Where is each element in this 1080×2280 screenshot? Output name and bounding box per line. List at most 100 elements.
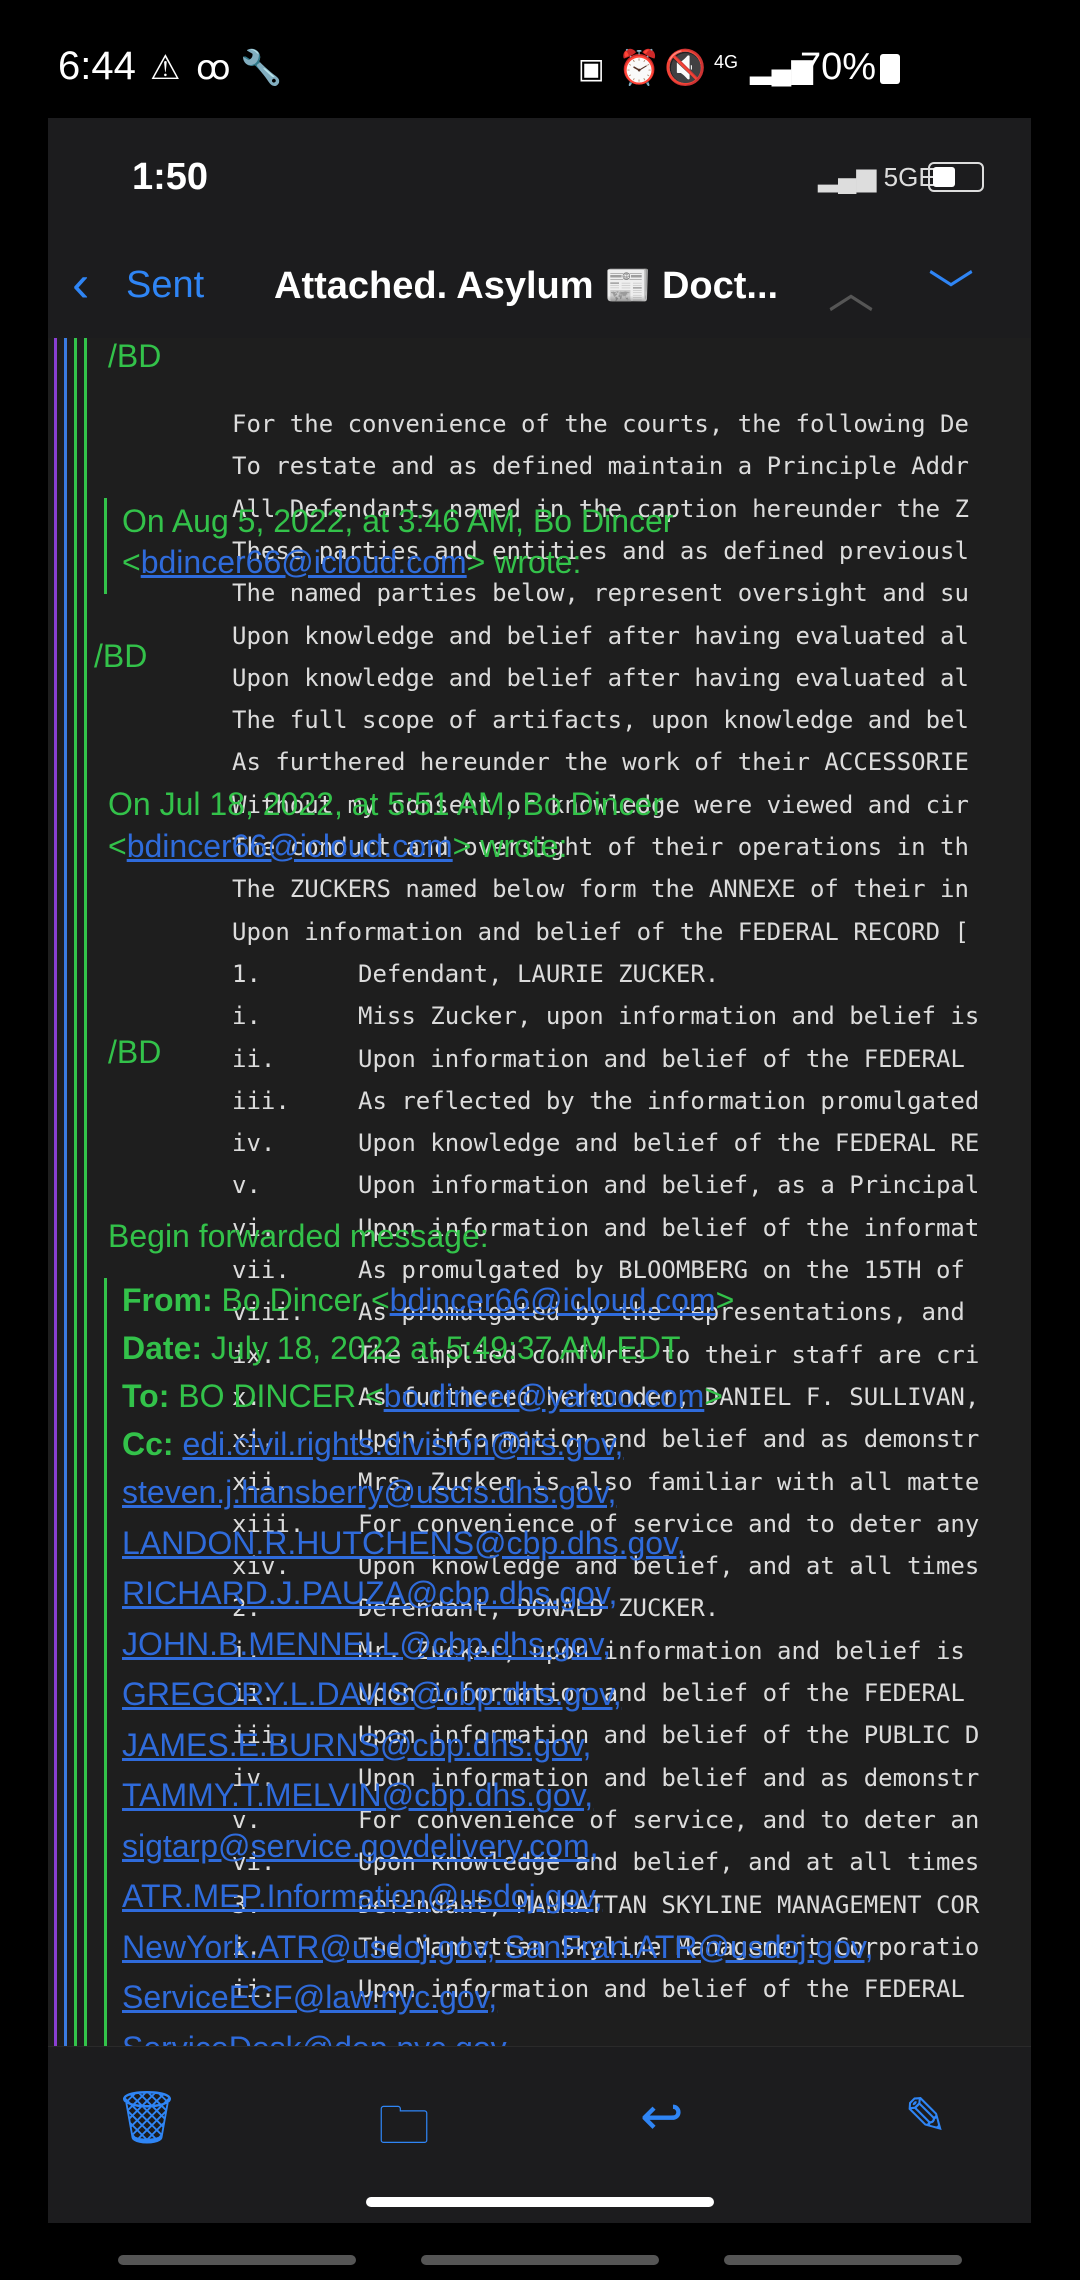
document-line: As furthered hereunder the work of their… (232, 748, 969, 776)
line-text: Upon information and belief of the FEDER… (232, 917, 969, 946)
line-text: Upon information and belief of the FEDER… (358, 1044, 965, 1073)
line-text: The full scope of artifacts, upon knowle… (232, 706, 969, 735)
line-text: Upon information and belief, as a Princi… (358, 1171, 980, 1200)
line-text: Upon knowledge and belief after having e… (232, 663, 969, 692)
nav-recents-button[interactable] (118, 2255, 356, 2265)
wrote-label: wrote: (494, 544, 582, 580)
line-text: As furthered hereunder the work of their… (232, 748, 969, 777)
line-text: Upon knowledge and belief of the FEDERAL… (358, 1129, 980, 1158)
quote-bar (74, 338, 77, 2046)
document-line: The named parties below, represent overs… (232, 579, 969, 607)
cc-email-link[interactable]: steven.j.hansberry@uscis.dhs.gov, (122, 1474, 616, 1511)
cc-email-link[interactable]: JAMES.E.BURNS@cbp.dhs.gov, (122, 1727, 591, 1764)
cc-email-link[interactable]: RICHARD.J.PAUZA@cbp.dhs.gov, (122, 1575, 617, 1612)
network-indicator: ▂▄▆ 5GE (818, 162, 936, 192)
message-body: For the convenience of the courts, the f… (48, 338, 1031, 2046)
inner-clock: 1:50 (132, 156, 209, 198)
on-wrote-1-email-line: <bdincer66@icloud.com> wrote: (122, 544, 582, 580)
sender-email-link[interactable]: bdincer66@icloud.com (141, 544, 467, 580)
line-text: Defendant, LAURIE ZUCKER. (358, 959, 720, 988)
trash-icon[interactable]: 🗑 (114, 2087, 180, 2148)
line-text: The ZUCKERS named below form the ANNEXE … (232, 875, 969, 904)
wrench-icon: 🔧 (240, 49, 283, 87)
battery-percent: 70% (800, 46, 877, 88)
begin-forwarded-message: Begin forwarded message: (108, 1218, 489, 1254)
document-line: 1. Defendant, LAURIE ZUCKER. (232, 960, 719, 988)
line-text: Upon knowledge and belief after having e… (232, 621, 969, 650)
to-label: To: (122, 1378, 170, 1414)
from-email-link[interactable]: bdincer66@icloud.com (390, 1282, 716, 1318)
alarm-icon: ⏰ (618, 49, 661, 87)
mail-screenshot: 1:50 ▂▄▆ 5GE ‹ Sent Attached. Asylum 📰 D… (48, 118, 1031, 2223)
nfc-icon: ▣ (578, 53, 605, 84)
cc-email-link[interactable]: JOHN.B.MENNELL@cbp.dhs.gov, (122, 1626, 611, 1663)
signature-3: /BD (108, 1034, 162, 1070)
reply-icon[interactable]: ↩ (640, 2087, 684, 2147)
battery-icon (880, 54, 900, 84)
on-wrote-2: On Jul 18, 2022, at 5:51 AM, Bo Dincer (108, 786, 663, 822)
line-number: iv. (232, 1129, 276, 1158)
folder-icon[interactable]: 🗀 (378, 2087, 430, 2176)
document-line: Upon knowledge and belief after having e… (232, 622, 969, 650)
voicemail-icon: ꝏ (196, 49, 231, 87)
message-subject: Attached. Asylum 📰 Doct... (274, 265, 779, 307)
inner-status-bar: 1:50 ▂▄▆ 5GE (48, 118, 1031, 238)
inner-battery-fill (933, 167, 955, 187)
cc-email-link[interactable]: LANDON.R.HUTCHENS@cbp.dhs.gov, (122, 1525, 686, 1562)
nav-home-button[interactable] (421, 2255, 659, 2265)
cc-email-link[interactable]: GREGORY.L.DAVIS@cbp.dhs.gov, (122, 1676, 622, 1713)
document-line: iii. As reflected by the information prom… (232, 1087, 979, 1115)
line-number: 1. (232, 959, 261, 988)
document-line: i. Miss Zucker, upon information and beli… (232, 1002, 979, 1030)
from-label: From: (122, 1282, 213, 1318)
mute-icon: 🔇 (664, 49, 707, 87)
line-text: As promulgated by BLOOMBERG on the 15TH … (358, 1256, 965, 1284)
chevron-left-icon[interactable]: ‹ (72, 254, 89, 314)
cc-email-link[interactable]: sigtarp@service.govdelivery.com, (122, 1828, 599, 1865)
quote-bar (104, 498, 107, 594)
sender-email-link[interactable]: bdincer66@icloud.com (127, 828, 453, 864)
mail-nav-bar: ‹ Sent Attached. Asylum 📰 Doct... ︿ ﹀ (48, 238, 1031, 338)
line-number: i. (232, 1002, 261, 1031)
mail-toolbar: 🗑 🗀 ↩ ✎ (48, 2046, 1031, 2223)
document-line: Upon knowledge and belief after having e… (232, 664, 969, 692)
from-row: From: Bo Dincer <bdincer66@icloud.com> (122, 1282, 735, 1318)
inner-battery-icon (928, 162, 984, 192)
date-row: Date: July 18, 2022 at 5:49:37 AM EDT (122, 1330, 681, 1367)
cc-email-link[interactable]: TAMMY.T.MELVIN@cbp.dhs.gov, (122, 1777, 593, 1814)
android-nav-bar (0, 2223, 1080, 2280)
cc-email-link[interactable]: ServiceECF@law.nyc.gov, (122, 1979, 497, 2016)
document-line: The ZUCKERS named below form the ANNEXE … (232, 875, 969, 903)
to-name: BO DINCER (178, 1378, 357, 1414)
line-text: Miss Zucker, upon information and belief… (358, 1002, 980, 1031)
compose-icon[interactable]: ✎ (904, 2087, 948, 2147)
to-row: To: BO DINCER <bo.dincer@yahoo.com> (122, 1378, 723, 1414)
cc-email-link[interactable]: ServiceDesk@dep.nyc.gov (122, 2030, 507, 2047)
to-email-link[interactable]: bo.dincer@yahoo.com (384, 1378, 705, 1414)
quote-bar (104, 1278, 107, 2046)
from-name: Bo Dincer (221, 1282, 363, 1318)
previous-message-icon[interactable]: ︿ (828, 256, 874, 322)
cc-email-link[interactable]: ATR.MEP.Information@usdoj.gov, (122, 1878, 603, 1915)
cc-email-link[interactable]: edi.civil.rights.division@irs.gov, (182, 1426, 623, 1462)
cc-row: Cc: edi.civil.rights.division@irs.gov, (122, 1426, 623, 1463)
line-number: vii. (232, 1256, 290, 1284)
back-button[interactable]: Sent (126, 264, 204, 307)
date-label: Date: (122, 1330, 203, 1366)
document-line: v. Upon information and belief, as a Prin… (232, 1171, 979, 1199)
on-wrote-2-email-line: <bdincer66@icloud.com> wrote: (108, 828, 568, 864)
nav-back-button[interactable] (724, 2255, 962, 2265)
line-number: v. (232, 1171, 261, 1200)
document-line: Upon information and belief of the FEDER… (232, 918, 969, 946)
quote-bar (84, 338, 87, 2046)
quote-bar (54, 338, 57, 2046)
line-number: iii. (232, 1086, 290, 1115)
cc-email-link[interactable]: NewYork.ATR@usdoj.gov, SanFran.ATR@usdoj… (122, 1929, 874, 1966)
line-text: As reflected by the information promulga… (358, 1086, 980, 1115)
document-line: ii. Upon information and belief of the FE… (232, 1045, 965, 1073)
outer-status-bar: 6:44 ⚠ ꝏ 🔧 ▣ ⏰ 🔇 4G ▂▄▆ 70% (0, 0, 1080, 118)
date-value: July 18, 2022 at 5:49:37 AM EDT (210, 1330, 681, 1366)
next-message-icon[interactable]: ﹀ (928, 256, 974, 322)
on-wrote-1: On Aug 5, 2022, at 3:46 AM, Bo Dincer (122, 503, 674, 539)
outer-clock: 6:44 (58, 44, 136, 88)
